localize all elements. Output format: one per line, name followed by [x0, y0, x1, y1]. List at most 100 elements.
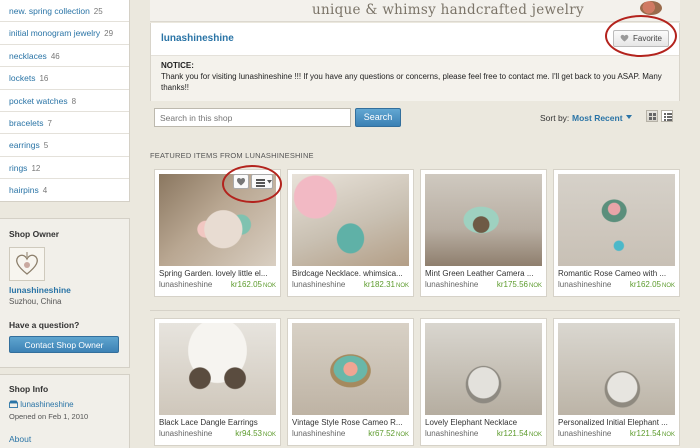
category-item[interactable]: bracelets 7 — [0, 112, 129, 135]
category-item[interactable]: initial monogram jewelry 29 — [0, 22, 129, 45]
category-count: 16 — [39, 74, 49, 84]
search-button[interactable]: Search — [355, 108, 401, 127]
item-card[interactable]: Personalized Initial Elephant ... lunash… — [553, 318, 680, 446]
item-currency: NOK — [661, 432, 675, 438]
banner-tagline: unique & whimsy handcrafted jewelry — [312, 2, 584, 18]
shop-notice: NOTICE: Thank you for visiting lunashine… — [151, 55, 679, 101]
opened-date: Opened on Feb 1, 2010 — [9, 412, 89, 421]
item-card[interactable]: Black Lace Dangle Earrings lunashineshin… — [154, 318, 281, 446]
item-price: kr121.54NOK — [630, 429, 675, 438]
item-title[interactable]: Romantic Rose Cameo with ... — [558, 269, 676, 278]
item-price-value: kr182.31 — [363, 280, 395, 289]
item-shop[interactable]: lunashineshine — [159, 280, 212, 289]
main-content: unique & whimsy handcrafted jewelry luna… — [150, 0, 680, 448]
item-price: kr67.52NOK — [368, 429, 409, 438]
item-image[interactable] — [558, 323, 675, 415]
item-card[interactable]: Birdcage Necklace. whimsica... lunashine… — [287, 169, 414, 297]
sort-dropdown[interactable]: Most Recent — [572, 113, 623, 123]
highlight-circle — [222, 165, 282, 203]
item-image[interactable] — [159, 323, 276, 415]
category-label[interactable]: necklaces — [9, 51, 47, 61]
item-currency: NOK — [661, 283, 675, 289]
item-shop[interactable]: lunashineshine — [292, 280, 345, 289]
item-price-value: kr94.53 — [235, 429, 262, 438]
items-row: Black Lace Dangle Earrings lunashineshin… — [150, 318, 680, 448]
category-label[interactable]: bracelets — [9, 118, 44, 128]
item-card[interactable]: Vintage Style Rose Cameo R... lunashines… — [287, 318, 414, 446]
category-item[interactable]: rings 12 — [0, 157, 129, 180]
search-sort-bar: Search Sort by: Most Recent — [150, 108, 680, 130]
item-title[interactable]: Black Lace Dangle Earrings — [159, 418, 277, 427]
item-image[interactable] — [292, 174, 409, 266]
item-shop[interactable]: lunashineshine — [425, 429, 478, 438]
category-item[interactable]: pocket watches 8 — [0, 90, 129, 112]
shop-info-heading: Shop Info — [9, 384, 49, 394]
item-shop[interactable]: lunashineshine — [159, 429, 212, 438]
item-price: kr175.56NOK — [497, 280, 542, 289]
shop-info-link[interactable]: lunashineshine — [9, 400, 120, 409]
heart-cage-icon — [16, 252, 38, 275]
shop-search-input[interactable] — [154, 108, 351, 127]
grid-view-icon[interactable] — [646, 110, 658, 122]
item-card[interactable]: Romantic Rose Cameo with ... lunashinesh… — [553, 169, 680, 297]
item-title[interactable]: Mint Green Leather Camera ... — [425, 269, 543, 278]
category-item[interactable]: hairpins 4 — [0, 179, 129, 201]
category-count: 29 — [104, 29, 114, 39]
item-price-value: kr162.05 — [629, 280, 661, 289]
item-price-value: kr121.54 — [496, 429, 528, 438]
category-item[interactable]: lockets 16 — [0, 67, 129, 90]
shop-owner-heading: Shop Owner — [9, 229, 60, 239]
item-card[interactable]: Lovely Elephant Necklace lunashineshine … — [420, 318, 547, 446]
category-label[interactable]: initial monogram jewelry — [9, 28, 100, 38]
item-shop[interactable]: lunashineshine — [425, 280, 478, 289]
category-item[interactable]: necklaces 46 — [0, 45, 129, 68]
item-image[interactable] — [292, 323, 409, 415]
category-count: 46 — [50, 51, 60, 61]
featured-items-heading: FEATURED ITEMS FROM LUNASHINESHINE — [150, 151, 314, 160]
owner-location: Suzhou, China — [9, 297, 62, 306]
shop-banner: unique & whimsy handcrafted jewelry — [150, 0, 680, 22]
item-card[interactable]: Mint Green Leather Camera ... lunashines… — [420, 169, 547, 297]
category-count: 7 — [47, 118, 52, 128]
category-count: 5 — [43, 141, 49, 151]
sort-arrow-icon[interactable] — [626, 115, 632, 119]
item-price: kr162.05NOK — [630, 280, 675, 289]
category-item[interactable]: new. spring collection 25 — [0, 0, 129, 23]
shop-header-panel: lunashineshine Favorite NOTICE: Thank yo… — [150, 23, 680, 101]
item-currency: NOK — [528, 283, 542, 289]
shop-name[interactable]: lunashineshine — [161, 33, 234, 44]
item-shop[interactable]: lunashineshine — [292, 429, 345, 438]
highlight-circle — [605, 15, 677, 57]
item-image[interactable] — [425, 174, 542, 266]
list-view-icon[interactable] — [661, 110, 673, 122]
category-label[interactable]: earrings — [9, 140, 40, 150]
shop-icon — [9, 400, 18, 408]
question-heading: Have a question? — [9, 320, 80, 330]
item-title[interactable]: Lovely Elephant Necklace — [425, 418, 543, 427]
item-title[interactable]: Vintage Style Rose Cameo R... — [292, 418, 410, 427]
category-label[interactable]: new. spring collection — [9, 6, 90, 16]
item-price-value: kr121.54 — [629, 429, 661, 438]
item-title[interactable]: Spring Garden. lovely little el... — [159, 269, 277, 278]
category-label[interactable]: pocket watches — [9, 96, 68, 106]
sidebar: new. spring collection 25 initial monogra… — [0, 0, 132, 448]
item-price: kr94.53NOK — [235, 429, 276, 438]
item-price: kr162.05NOK — [231, 280, 276, 289]
category-label[interactable]: hairpins — [9, 185, 39, 195]
shop-info-link-label[interactable]: lunashineshine — [20, 400, 73, 409]
item-price: kr121.54NOK — [497, 429, 542, 438]
avatar[interactable] — [9, 247, 45, 281]
item-title[interactable]: Personalized Initial Elephant ... — [558, 418, 676, 427]
item-price-value: kr67.52 — [368, 429, 395, 438]
item-image[interactable] — [558, 174, 675, 266]
contact-shop-owner-button[interactable]: Contact Shop Owner — [9, 336, 119, 353]
item-shop[interactable]: lunashineshine — [558, 429, 611, 438]
item-shop[interactable]: lunashineshine — [558, 280, 611, 289]
category-label[interactable]: lockets — [9, 73, 35, 83]
item-title[interactable]: Birdcage Necklace. whimsica... — [292, 269, 410, 278]
category-label[interactable]: rings — [9, 163, 27, 173]
owner-name-link[interactable]: lunashineshine — [9, 285, 120, 295]
item-image[interactable] — [425, 323, 542, 415]
about-link[interactable]: About — [9, 434, 120, 444]
category-item[interactable]: earrings 5 — [0, 134, 129, 157]
